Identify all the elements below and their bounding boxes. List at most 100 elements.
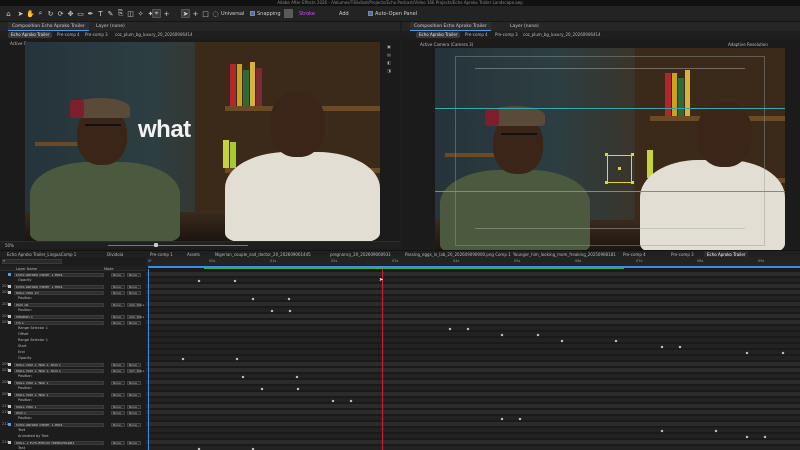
parent-dropdown[interactable]: 202. NULL 1 bbox=[127, 302, 145, 307]
hand-icon[interactable]: ✋ bbox=[26, 9, 35, 18]
work-area-start[interactable] bbox=[148, 269, 149, 450]
blend-mode-dropdown[interactable]: None bbox=[111, 284, 125, 289]
property-row[interactable]: Range Selector 1 bbox=[0, 326, 145, 331]
keyframe[interactable] bbox=[536, 333, 540, 336]
keyframe[interactable] bbox=[197, 447, 201, 450]
layer-name[interactable]: NULL Null 19 bbox=[14, 290, 104, 295]
layer-name[interactable]: Null 18 bbox=[14, 302, 104, 307]
viewer-option-icon[interactable]: ▤ bbox=[386, 52, 392, 57]
tab-layer-right[interactable]: Layer (none) bbox=[506, 22, 543, 31]
anchor-point[interactable] bbox=[618, 167, 621, 170]
keyframe[interactable] bbox=[331, 399, 335, 402]
blend-mode-dropdown[interactable]: None bbox=[111, 362, 125, 367]
property-row[interactable]: Animated by Text bbox=[0, 434, 145, 439]
keyframe[interactable] bbox=[251, 447, 255, 450]
blend-mode-dropdown[interactable]: None bbox=[111, 302, 125, 307]
blend-mode-dropdown[interactable]: None bbox=[111, 392, 125, 397]
keyframe[interactable] bbox=[763, 435, 767, 438]
track-bar[interactable] bbox=[146, 314, 800, 319]
rectangle-icon[interactable]: ▭ bbox=[76, 9, 85, 18]
breadcrumb-item[interactable]: coz_plum_bg_luxury_20_20260906414 bbox=[112, 32, 196, 38]
keyframe[interactable] bbox=[500, 333, 504, 336]
right-viewer[interactable] bbox=[435, 48, 785, 253]
track-bar[interactable] bbox=[146, 290, 800, 295]
caption-word[interactable]: what bbox=[138, 116, 191, 144]
parent-dropdown[interactable]: None bbox=[127, 320, 141, 325]
transform-handle[interactable] bbox=[631, 181, 634, 184]
property-name[interactable]: Position bbox=[18, 374, 32, 379]
layer-name[interactable]: Null 1 bbox=[14, 410, 104, 415]
rotate-icon[interactable]: ⟳ bbox=[56, 9, 65, 18]
breadcrumb-item[interactable]: Pre-comp 4 bbox=[462, 32, 491, 38]
layer-row[interactable]: 209 NULL Null 1. Null 1 None None bbox=[0, 392, 145, 397]
label-color-swatch[interactable] bbox=[8, 369, 11, 372]
track-bar[interactable] bbox=[146, 404, 800, 409]
keyframe[interactable] bbox=[233, 279, 237, 282]
keyframe[interactable] bbox=[500, 417, 504, 420]
track-bar[interactable] bbox=[146, 284, 800, 289]
property-name[interactable]: End bbox=[18, 350, 25, 355]
time-ruler[interactable]: 0f00s01s02s03s04s05s06s07s08s09s10s bbox=[146, 257, 800, 266]
viewer-option-icon[interactable]: ▣ bbox=[386, 44, 392, 49]
keyframe[interactable] bbox=[614, 339, 618, 342]
column-layer-name[interactable]: Layer Name bbox=[16, 267, 37, 271]
track-bar[interactable] bbox=[146, 386, 800, 391]
blend-mode-dropdown[interactable]: None bbox=[111, 314, 125, 319]
guide-line[interactable] bbox=[435, 191, 785, 192]
property-name[interactable]: Position bbox=[18, 386, 32, 391]
breadcrumb-item[interactable]: Pre-comp 4 bbox=[54, 32, 83, 38]
tab-composition-right[interactable]: Composition Echo Aproko Trailer bbox=[410, 22, 491, 31]
keyframe[interactable] bbox=[288, 309, 292, 312]
parent-dropdown[interactable]: None bbox=[127, 284, 141, 289]
track-bar[interactable] bbox=[146, 302, 800, 307]
track-bar[interactable] bbox=[146, 428, 800, 433]
keyframe[interactable] bbox=[678, 345, 682, 348]
universal-icon[interactable]: ◌ bbox=[211, 9, 220, 18]
track-bar[interactable] bbox=[146, 320, 800, 325]
playhead-line[interactable] bbox=[382, 269, 383, 450]
label-color-swatch[interactable] bbox=[8, 321, 11, 324]
track-bar[interactable] bbox=[146, 446, 800, 450]
keyframe[interactable] bbox=[197, 279, 201, 282]
parent-dropdown[interactable]: None bbox=[127, 380, 141, 385]
parent-dropdown[interactable]: 207. NULL 1 bbox=[127, 368, 145, 373]
track-bar[interactable] bbox=[146, 326, 800, 331]
parent-dropdown[interactable]: None bbox=[127, 290, 141, 295]
label-color-swatch[interactable] bbox=[8, 381, 11, 384]
blend-mode-dropdown[interactable]: None bbox=[111, 422, 125, 427]
layer-row[interactable]: 212 Echo Aproko Trailer_1.mp4 None None bbox=[0, 422, 145, 427]
track-bar[interactable] bbox=[146, 308, 800, 313]
property-name[interactable]: Opacity bbox=[18, 356, 31, 361]
tab-layer-left[interactable]: Layer (none) bbox=[92, 22, 129, 31]
add-label[interactable]: Add bbox=[339, 11, 349, 17]
layer-name[interactable]: NULL Null 1. Null 1. Null 1 bbox=[14, 362, 104, 367]
add-tool-icon[interactable]: + bbox=[191, 9, 200, 18]
layer-row[interactable]: 203Null 18None202. NULL 1 bbox=[0, 302, 145, 307]
track-bar[interactable] bbox=[146, 392, 800, 397]
keyframe[interactable] bbox=[466, 327, 470, 330]
selection-tool-icon[interactable]: ➤ bbox=[181, 9, 190, 18]
parent-dropdown[interactable]: None bbox=[127, 362, 141, 367]
blend-mode-dropdown[interactable]: None bbox=[111, 272, 125, 277]
keyframe[interactable] bbox=[349, 399, 353, 402]
breadcrumb-item[interactable]: Pre-comp 3 bbox=[492, 32, 521, 38]
clone-icon[interactable]: ⎘ bbox=[116, 9, 125, 18]
property-name[interactable]: Position bbox=[18, 398, 32, 403]
property-row[interactable]: Range Selector 1 bbox=[0, 338, 145, 343]
property-name[interactable]: Opacity bbox=[18, 278, 31, 283]
track-bar[interactable] bbox=[146, 272, 800, 277]
parent-dropdown[interactable]: None bbox=[127, 392, 141, 397]
pen-icon[interactable]: ✒ bbox=[86, 9, 95, 18]
track-bar[interactable] bbox=[146, 398, 800, 403]
property-name[interactable]: Position bbox=[18, 296, 32, 301]
keyframe[interactable] bbox=[518, 417, 522, 420]
property-row[interactable]: Position bbox=[0, 308, 145, 313]
parent-dropdown[interactable]: None bbox=[127, 440, 141, 445]
layer-name[interactable]: NULL Null 1. Null 1 bbox=[14, 380, 104, 385]
keyframe[interactable] bbox=[660, 429, 664, 432]
label-color-swatch[interactable] bbox=[8, 363, 11, 366]
layer-name[interactable]: Echo Aproko Trailer_1.mp4 bbox=[14, 272, 104, 277]
selection-icon[interactable]: ⌖ bbox=[152, 9, 161, 18]
keyframe[interactable] bbox=[260, 387, 264, 390]
layer-row[interactable]: Echo Aproko Trailer_1.mp4 None None bbox=[0, 272, 145, 277]
